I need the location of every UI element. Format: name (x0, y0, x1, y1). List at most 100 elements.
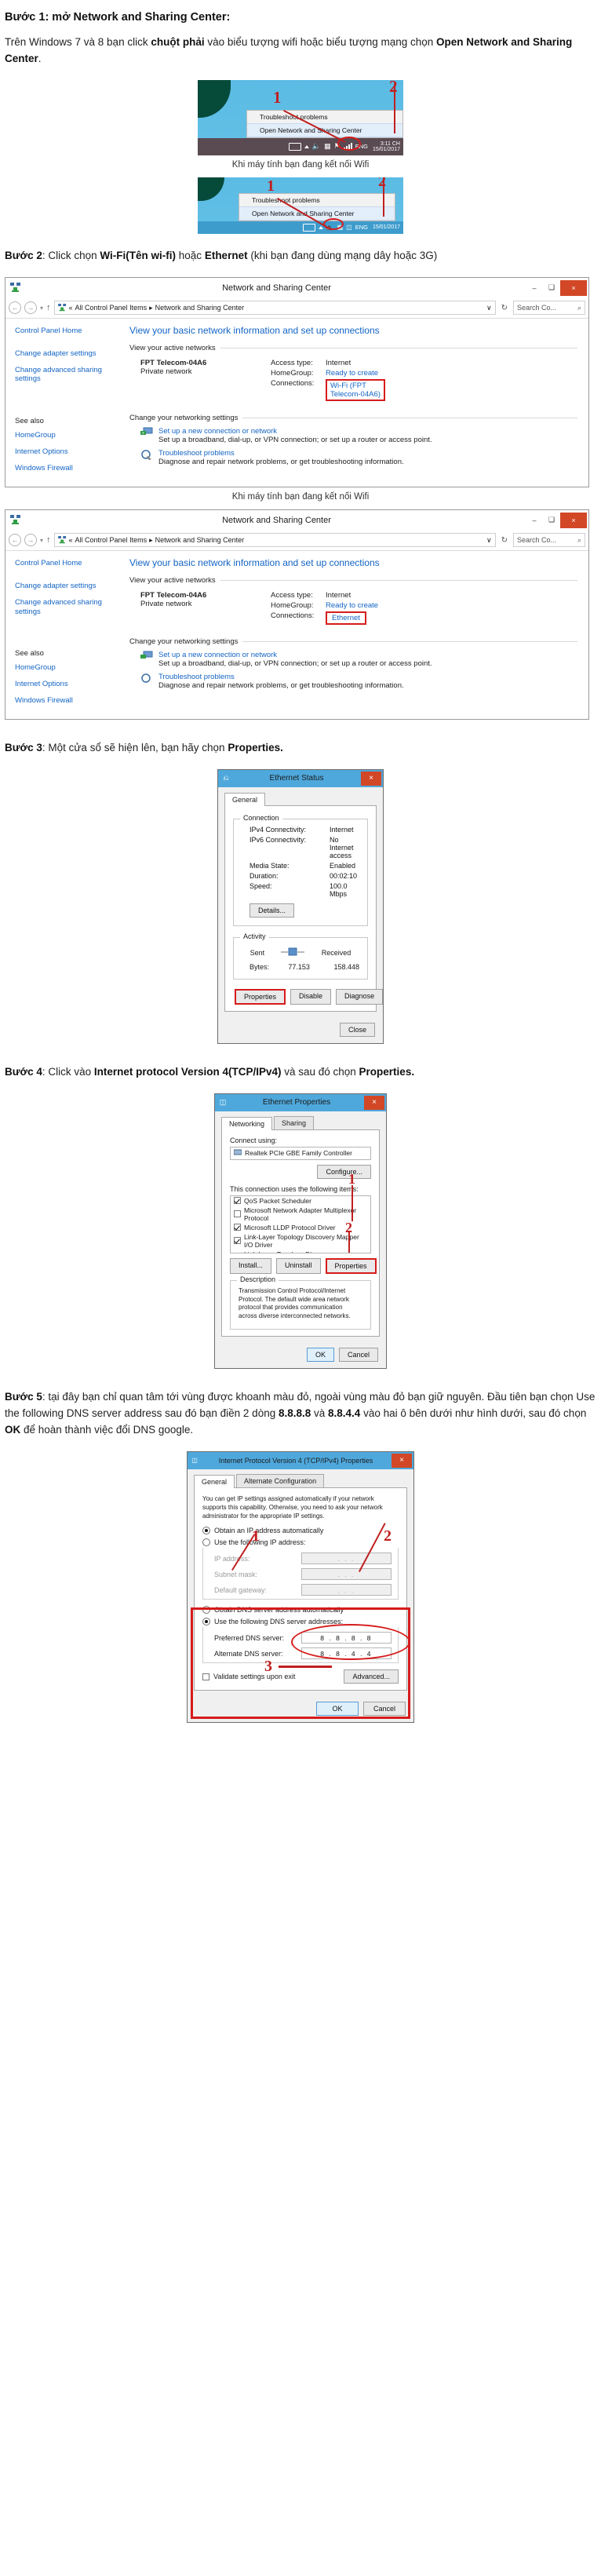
chevron-down-icon[interactable]: ∨ (486, 304, 492, 312)
input-ip-address[interactable]: . . . (300, 1553, 392, 1565)
tcpip-close-button[interactable]: × (392, 1453, 412, 1468)
install-button[interactable]: Install... (230, 1257, 272, 1274)
tab-networking[interactable]: Networking (221, 1116, 273, 1130)
maximize-button-2[interactable]: ❑ (543, 513, 560, 528)
menu-item-troubleshoot-2[interactable]: Troubleshoot problems (239, 194, 395, 206)
protocol-properties-button[interactable]: Properties (325, 1257, 377, 1274)
maximize-button[interactable]: ❑ (543, 280, 560, 296)
battery-icon[interactable]: ▦ (324, 142, 331, 151)
radio-dns-automatic[interactable]: Obtain DNS server address automatically (202, 1606, 399, 1615)
configure-button[interactable]: Configure... (317, 1164, 371, 1179)
forward-button-2[interactable]: → (24, 534, 37, 547)
sidebar-item-windows-firewall[interactable]: Windows Firewall (15, 464, 118, 473)
sidebar-item-internet-options-2[interactable]: Internet Options (15, 680, 118, 689)
breadcrumb-item-network-sharing-center-2[interactable]: Network and Sharing Center (155, 536, 245, 544)
close-button[interactable]: × (560, 279, 587, 296)
radio-icon[interactable] (202, 1527, 210, 1535)
ethernet-status-close-button[interactable]: × (361, 771, 381, 786)
value-homegroup[interactable]: Ready to create (326, 369, 378, 378)
search-input[interactable]: Search Co... ⌕ (513, 301, 585, 316)
sidebar-item-change-adapter-settings-2[interactable]: Change adapter settings (15, 582, 118, 591)
chevron-down-icon-2[interactable]: ∨ (486, 536, 492, 545)
speaker-icon[interactable]: 🔈 (312, 142, 321, 151)
radio-ip-manual[interactable]: Use the following IP address: (202, 1538, 399, 1547)
disable-button[interactable]: Disable (290, 988, 332, 1005)
ethernet-icon[interactable]: ◫ (346, 224, 352, 231)
language-indicator-2[interactable]: ENG (355, 224, 368, 231)
link-setup-new-connection-2[interactable]: Set up a new connection or network (158, 651, 277, 659)
task-setup-new-connection-2[interactable]: Set up a new connection or network Set u… (140, 651, 577, 668)
checkbox-icon[interactable] (234, 1224, 241, 1231)
advanced-button[interactable]: Advanced... (344, 1669, 399, 1684)
breadcrumb-item-network-sharing-center[interactable]: Network and Sharing Center (155, 304, 245, 312)
tcpip-ok-button[interactable]: OK (316, 1702, 359, 1717)
checkbox-validate-settings[interactable]: Validate settings upon exit (202, 1673, 295, 1680)
radio-icon[interactable] (202, 1538, 210, 1547)
tab-general[interactable]: General (224, 792, 266, 806)
windows-taskbar-2[interactable]: 🔈 ▦ ◫ ENG 15/01/2017 (198, 221, 403, 234)
sidebar-item-control-panel-home-2[interactable]: Control Panel Home (15, 559, 118, 568)
properties-button[interactable]: Properties (235, 988, 286, 1005)
ethernet-properties-titlebar[interactable]: ◫ Ethernet Properties × (215, 1093, 386, 1111)
input-subnet-mask[interactable]: . . . (300, 1568, 392, 1581)
minimize-button[interactable]: – (526, 280, 543, 296)
recent-locations-icon-2[interactable]: ▾ (40, 537, 43, 544)
network-context-menu[interactable]: Troubleshoot problems Open Network and S… (246, 109, 403, 138)
menu-item-troubleshoot[interactable]: Troubleshoot problems (247, 111, 402, 123)
up-button-2[interactable]: ↑ (46, 535, 51, 545)
tcpip-cancel-button[interactable]: Cancel (363, 1702, 406, 1717)
search-input-2[interactable]: Search Co... ⌕ (513, 533, 585, 548)
sidebar-item-change-advanced-sharing[interactable]: Change advanced sharing settings (15, 366, 118, 385)
network-context-menu-2[interactable]: Troubleshoot problems Open Network and S… (239, 192, 395, 221)
back-button[interactable]: ← (9, 301, 21, 315)
cancel-button[interactable]: Cancel (338, 1348, 378, 1363)
clock[interactable]: 3:11 CH 15/01/2017 (371, 141, 400, 153)
tab-alternate-configuration[interactable]: Alternate Configuration (236, 1473, 325, 1487)
close-dialog-button[interactable]: Close (339, 1022, 375, 1037)
back-button-2[interactable]: ← (9, 534, 21, 547)
sidebar-item-windows-firewall-2[interactable]: Windows Firewall (15, 696, 118, 706)
nsc-titlebar-2[interactable]: Network and Sharing Center – ❑ × (5, 509, 588, 531)
radio-icon[interactable] (202, 1618, 210, 1626)
tab-general-tcpip[interactable]: General (194, 1474, 235, 1488)
up-button[interactable]: ↑ (46, 303, 51, 312)
sidebar-item-control-panel-home[interactable]: Control Panel Home (15, 327, 118, 336)
radio-ip-automatic[interactable]: Obtain an IP address automatically (202, 1527, 399, 1535)
nsc-titlebar[interactable]: Network and Sharing Center – ❑ × (5, 277, 588, 298)
breadcrumb-item-all-control-panel-items-2[interactable]: All Control Panel Items (75, 536, 148, 544)
address-bar[interactable]: « All Control Panel Items ▸ Network and … (53, 301, 496, 316)
forward-button[interactable]: → (24, 301, 37, 315)
link-troubleshoot-problems-2[interactable]: Troubleshoot problems (158, 673, 235, 681)
sidebar-item-homegroup[interactable]: HomeGroup (15, 431, 118, 440)
sidebar-item-change-adapter-settings[interactable]: Change adapter settings (15, 349, 118, 359)
task-troubleshoot[interactable]: Troubleshoot problems Diagnose and repai… (140, 449, 577, 466)
radio-icon[interactable] (202, 1606, 210, 1615)
link-setup-new-connection[interactable]: Set up a new connection or network (158, 427, 277, 436)
sidebar-item-internet-options[interactable]: Internet Options (15, 447, 118, 457)
refresh-icon[interactable]: ↻ (499, 304, 510, 312)
details-button[interactable]: Details... (250, 903, 295, 918)
ethernet-status-titlebar[interactable]: ⎌ Ethernet Status × (218, 769, 383, 787)
ethernet-properties-close-button[interactable]: × (364, 1095, 384, 1110)
recent-locations-icon[interactable]: ▾ (40, 305, 43, 312)
address-bar-2[interactable]: « All Control Panel Items ▸ Network and … (53, 533, 496, 548)
uninstall-button[interactable]: Uninstall (276, 1257, 321, 1274)
checkbox-icon[interactable] (202, 1673, 209, 1680)
breadcrumb-item-all-control-panel-items[interactable]: All Control Panel Items (75, 304, 148, 312)
tab-sharing[interactable]: Sharing (274, 1115, 315, 1129)
menu-item-open-network-sharing-center-2[interactable]: Open Network and Sharing Center (239, 206, 395, 221)
value-connection-wifi-link[interactable]: Wi-Fi (FPT Telecom-04A6) (326, 378, 385, 401)
keyboard-icon-2[interactable] (302, 223, 315, 232)
sidebar-item-change-advanced-sharing-2[interactable]: Change advanced sharing settings (15, 598, 118, 617)
refresh-icon-2[interactable]: ↻ (499, 536, 510, 545)
clock-2[interactable]: 15/01/2017 (371, 224, 400, 230)
chevron-up-icon[interactable] (304, 144, 309, 148)
checkbox-icon[interactable] (234, 1237, 241, 1245)
value-homegroup-2[interactable]: Ready to create (326, 601, 378, 610)
link-troubleshoot-problems[interactable]: Troubleshoot problems (158, 449, 235, 458)
value-connection-ethernet-link[interactable]: Ethernet (326, 611, 366, 625)
task-setup-new-connection[interactable]: + Set up a new connection or network Set… (140, 427, 577, 444)
chevron-up-icon-2[interactable] (318, 225, 323, 229)
checkbox-icon[interactable] (234, 1210, 241, 1218)
task-troubleshoot-2[interactable]: Troubleshoot problems Diagnose and repai… (140, 673, 577, 690)
